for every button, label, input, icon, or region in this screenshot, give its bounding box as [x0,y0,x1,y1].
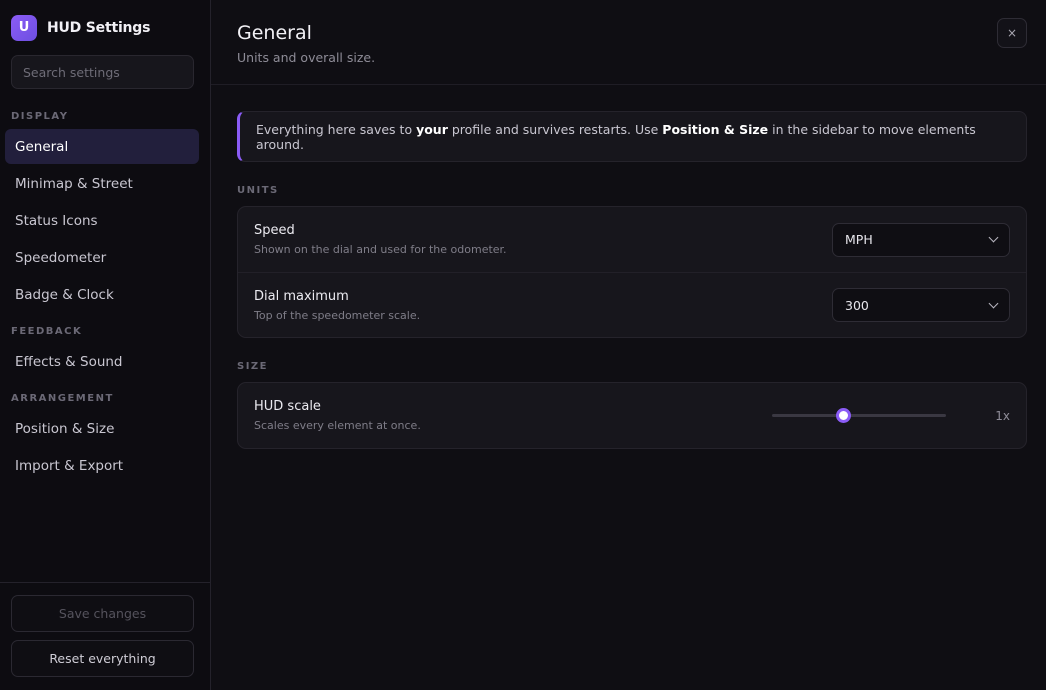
search-wrap [0,55,210,89]
reset-everything-button[interactable]: Reset everything [11,640,194,677]
dial-maximum-row: Dial maximum Top of the speedometer scal… [238,272,1026,337]
speed-unit-value: MPH [845,232,873,247]
chevron-down-icon [988,232,999,243]
save-changes-button[interactable]: Save changes [11,595,194,632]
hud-scale-value: 1x [995,408,1010,423]
app-title: HUD Settings [47,19,151,36]
close-button[interactable]: × [997,18,1027,48]
callout-text-part: Everything here saves to [256,121,417,137]
hud-scale-slider-thumb[interactable] [836,408,852,423]
page-content: Everything here saves to your profile an… [211,85,1046,449]
search-input[interactable] [11,55,194,89]
sidebar: U HUD Settings DISPLAY General Minimap &… [0,0,211,690]
sidebar-item-speedometer[interactable]: Speedometer [5,240,199,275]
units-card: Speed Shown on the dial and used for the… [237,206,1027,338]
hud-scale-description: Scales every element at once. [254,419,421,432]
callout-text: Everything here saves to your profile an… [256,122,1026,152]
dial-maximum-description: Top of the speedometer scale. [254,308,421,322]
page-subtitle: Units and overall size. [237,50,376,65]
hud-scale-text: HUD scale Scales every element at once. [254,399,421,432]
nav-section-display: DISPLAY [11,111,69,122]
page-title: General [237,22,312,44]
sidebar-item-minimap-street[interactable]: Minimap & Street [5,166,199,201]
section-label-size: SIZE [237,361,269,372]
size-card: HUD scale Scales every element at once. … [237,382,1027,449]
speed-title: Speed [254,223,295,238]
hud-scale-row: HUD scale Scales every element at once. … [238,383,1026,448]
speed-row: Speed Shown on the dial and used for the… [238,207,1026,272]
info-callout: Everything here saves to your profile an… [237,111,1027,162]
nav-section-feedback: FEEDBACK [11,326,83,337]
section-label-units: UNITS [237,185,279,196]
sidebar-item-status-icons[interactable]: Status Icons [5,203,199,238]
dial-maximum-value: 300 [845,297,869,313]
nav-section-arrangement: ARRANGEMENT [11,393,114,404]
hud-scale-title: HUD scale [254,399,321,414]
brand: U HUD Settings [0,0,210,55]
hud-scale-control: 1x [772,408,1010,423]
callout-bold-position-size: Position & Size [662,121,769,137]
callout-text-part: profile and survives restarts. Use [447,121,663,137]
speed-description: Shown on the dial and used for the odome… [254,243,507,256]
hud-scale-slider[interactable] [772,408,946,423]
sidebar-item-import-export[interactable]: Import & Export [5,448,199,483]
dial-maximum-text: Dial maximum Top of the speedometer scal… [254,289,420,322]
dial-maximum-select[interactable]: 300 [832,288,1010,322]
dial-maximum-title: Dial maximum [254,288,349,304]
close-icon: × [1006,26,1018,40]
sidebar-item-general[interactable]: General [5,129,199,164]
chevron-down-icon [988,298,999,308]
speed-text: Speed Shown on the dial and used for the… [254,223,507,256]
page-header: General Units and overall size. × [211,0,1046,85]
sidebar-item-effects-sound[interactable]: Effects & Sound [5,344,199,379]
brand-logo: U [11,14,37,41]
sidebar-footer: Save changes Reset everything [0,582,210,690]
sidebar-item-badge-clock[interactable]: Badge & Clock [5,277,199,312]
main-panel: General Units and overall size. × Everyt… [211,0,1046,690]
app-root: U HUD Settings DISPLAY General Minimap &… [0,0,1046,690]
sidebar-item-position-size[interactable]: Position & Size [5,411,199,446]
callout-bold-your: your [416,121,448,137]
speed-unit-select[interactable]: MPH [832,222,1010,257]
